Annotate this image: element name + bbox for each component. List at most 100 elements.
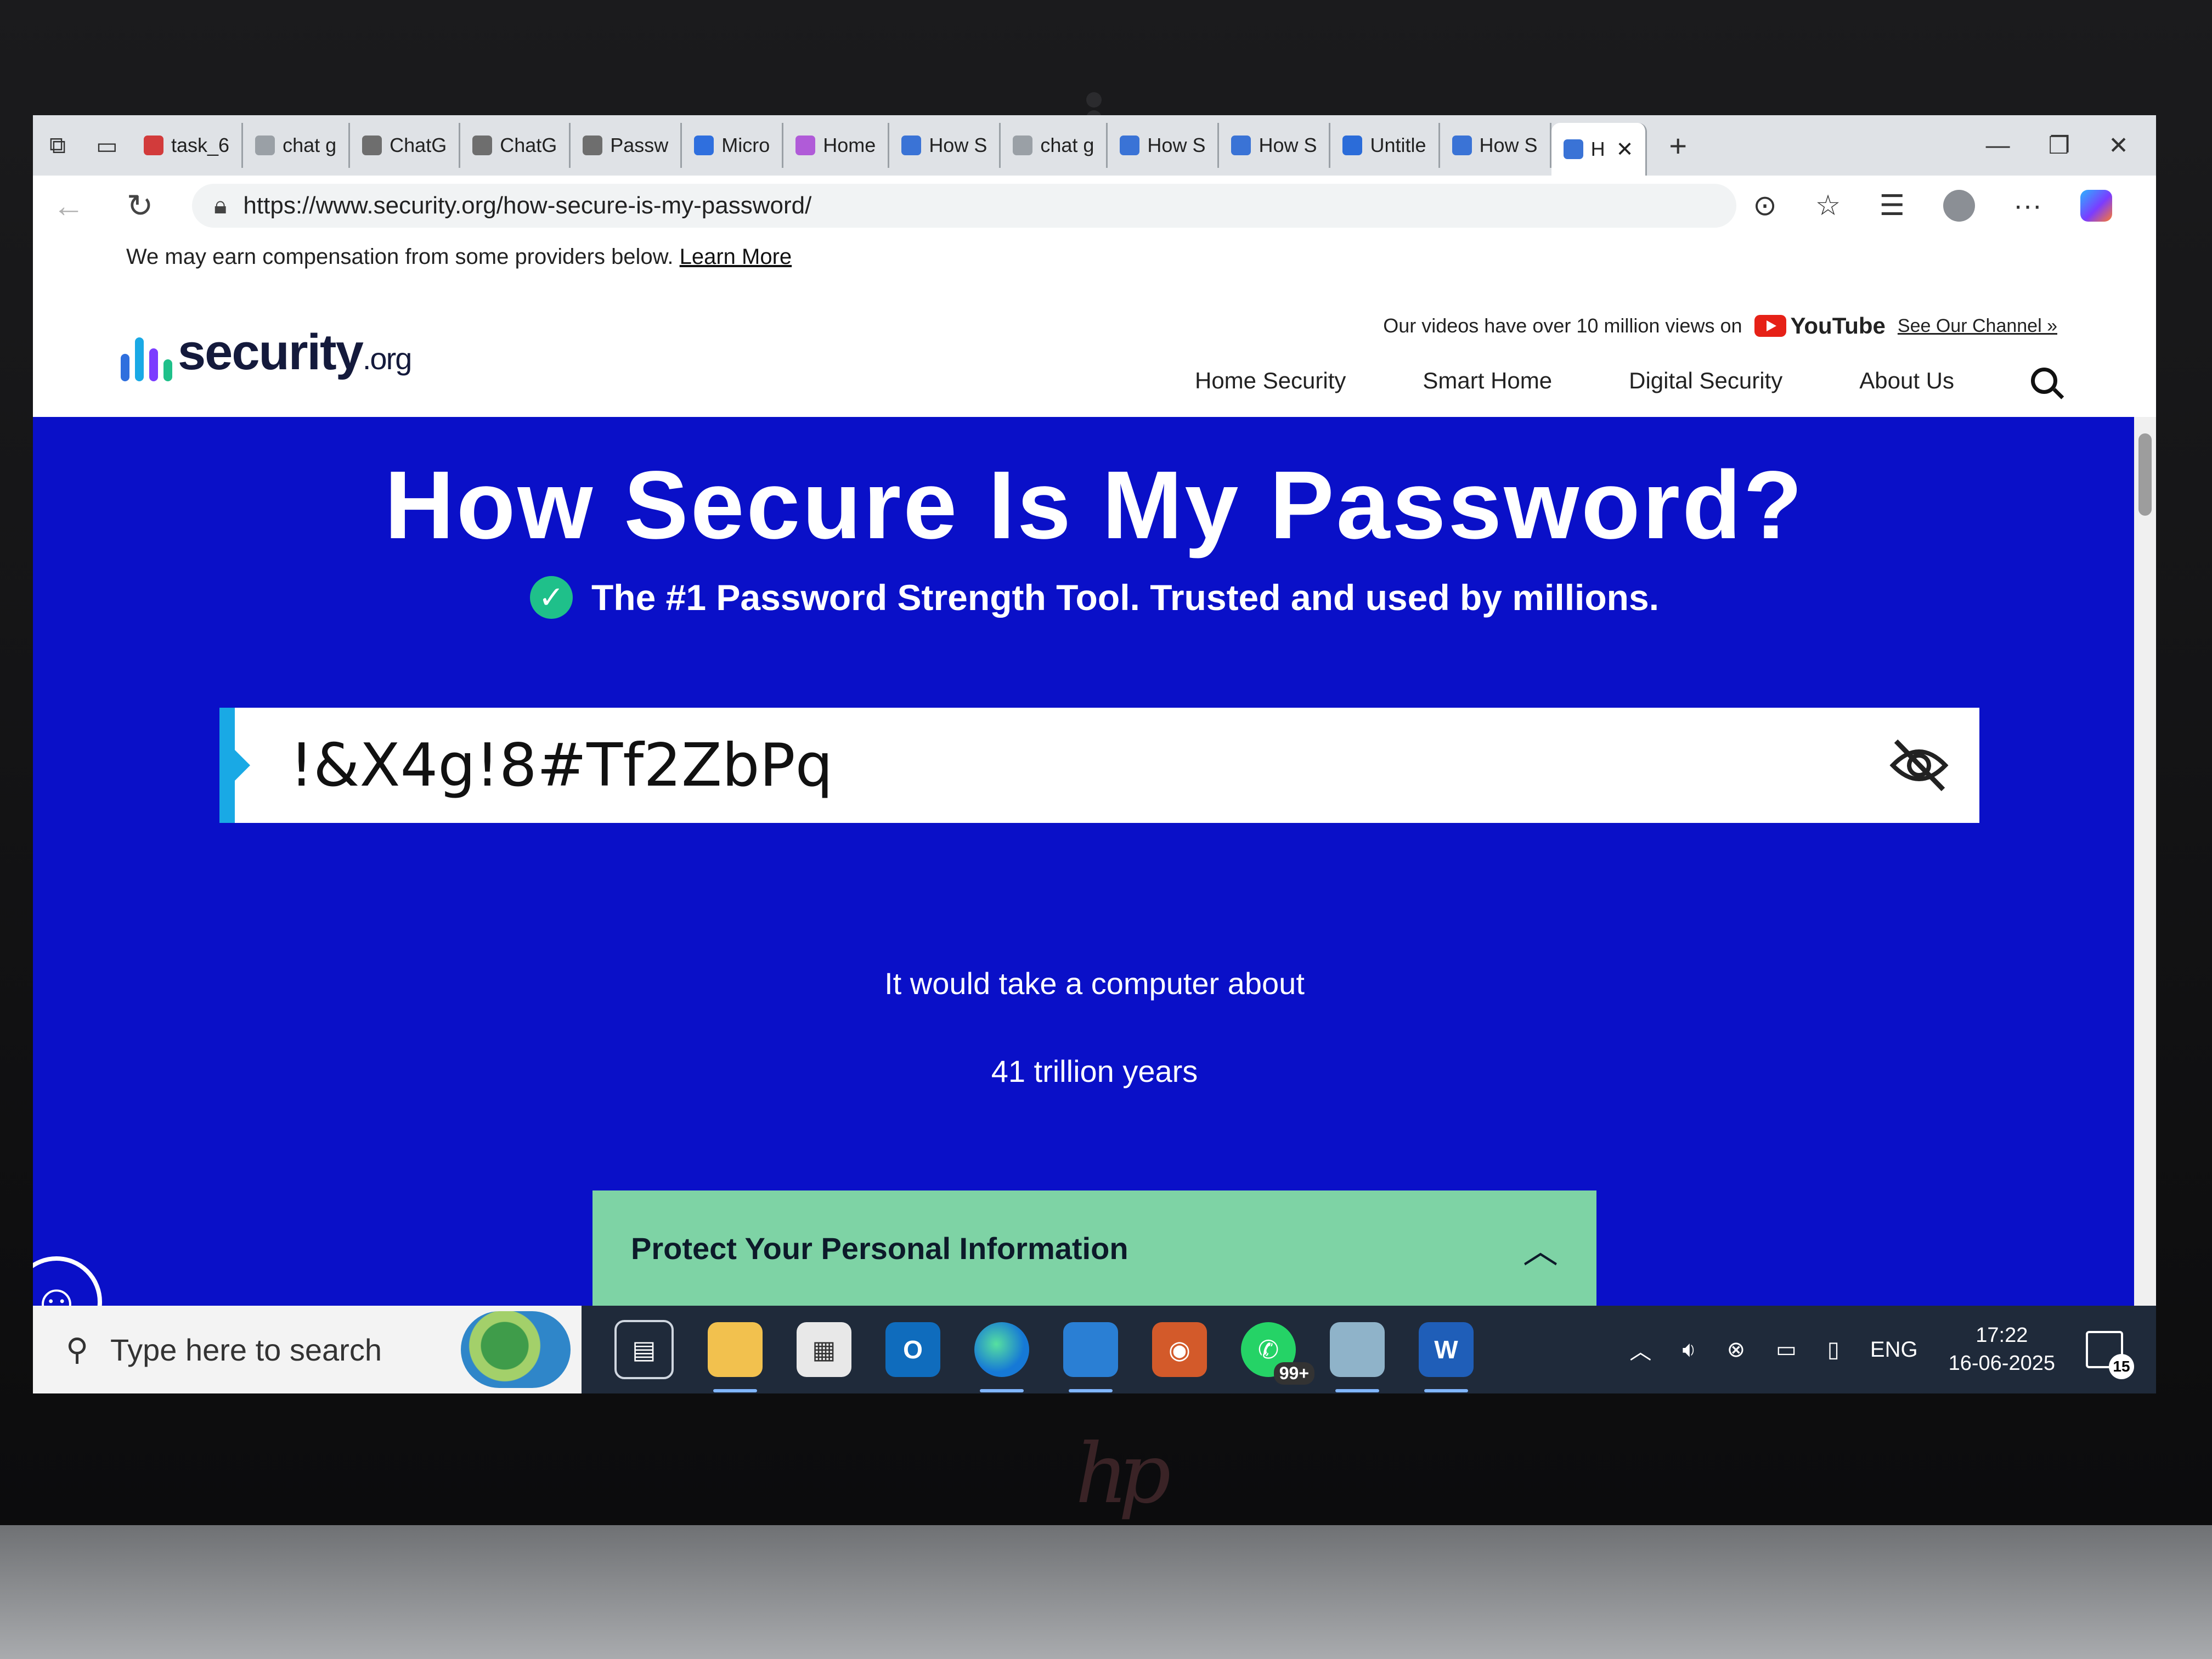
site-header: security.org Our videos have over 10 mil…	[33, 285, 2156, 417]
copilot-icon[interactable]	[2080, 190, 2112, 222]
tab-strip: ⧉ ▭ task_6 chat g ChatG ChatG Passw Micro Home…	[33, 115, 2156, 176]
pinned-apps: ▤ ▦ O ◉ ✆ 99+ W	[614, 1320, 1474, 1392]
whatsapp-icon[interactable]: ✆ 99+	[1241, 1322, 1314, 1385]
page-title: How Secure Is My Password?	[384, 452, 1805, 559]
window-controls: — ❐ ✕	[1986, 132, 2156, 160]
restore-icon[interactable]: ❐	[2049, 132, 2070, 160]
outlook-icon[interactable]: O	[885, 1322, 940, 1377]
nav-smart-home[interactable]: Smart Home	[1423, 368, 1552, 394]
minimize-icon[interactable]: —	[1986, 132, 2010, 160]
security-org-logo[interactable]: security.org	[121, 324, 412, 381]
accessibility-icon[interactable]: ☺	[33, 1256, 102, 1306]
back-button[interactable]: ←	[33, 188, 104, 224]
crack-time-value: 41 trillion years	[991, 1054, 1198, 1088]
search-highlight-turtle-image	[461, 1311, 571, 1388]
browser-tab[interactable]: ChatG	[460, 123, 571, 168]
browser-tab[interactable]: Micro	[682, 123, 784, 168]
speaker-icon[interactable]: 🔉︎	[1682, 1338, 1696, 1362]
nav-digital-security[interactable]: Digital Security	[1629, 368, 1782, 394]
meet-muted-icon[interactable]: ⊗	[1727, 1337, 1746, 1362]
main-nav: Home Security Smart Home Digital Securit…	[1195, 368, 2057, 394]
workspaces-icon[interactable]: ⧉	[33, 115, 82, 176]
browser-tab[interactable]: Untitle	[1330, 123, 1440, 168]
page-scrollbar[interactable]	[2134, 417, 2156, 1306]
app-shark-fin-icon[interactable]	[1063, 1322, 1118, 1392]
browser-tab[interactable]: chat g	[1001, 123, 1108, 168]
browser-tab[interactable]: How S	[1440, 123, 1551, 168]
address-bar[interactable]: 🔒︎ https://www.security.org/how-secure-i…	[192, 184, 1737, 228]
file-explorer-icon[interactable]	[708, 1322, 763, 1392]
browser-tab[interactable]: Passw	[571, 123, 682, 168]
nav-home-security[interactable]: Home Security	[1195, 368, 1346, 394]
edge-icon[interactable]	[974, 1322, 1029, 1392]
tab-active[interactable]: H ✕	[1551, 123, 1647, 176]
refresh-button[interactable]: ↻	[104, 187, 176, 224]
scrollbar-thumb[interactable]	[2138, 433, 2152, 516]
disclaimer-text: We may earn compensation from some provi…	[126, 245, 674, 269]
vertical-tabs-icon[interactable]: ▭	[82, 115, 132, 176]
browser-tab[interactable]: How S	[889, 123, 1001, 168]
see-channel-link[interactable]: See Our Channel »	[1898, 315, 2057, 337]
hero-section: How Secure Is My Password? ✓ The #1 Pass…	[33, 417, 2156, 1306]
tab-label: How S	[1259, 134, 1317, 156]
windows-taskbar: ⚲ Type here to search ▤ ▦ O ◉ ✆99+ W ︿	[33, 1306, 2156, 1393]
protect-info-banner[interactable]: Protect Your Personal Information ︿	[592, 1190, 1596, 1306]
tab-label: chat g	[1040, 134, 1094, 156]
new-tab-button[interactable]: +	[1647, 128, 1709, 163]
tab-label: How S	[1479, 134, 1538, 156]
password-input[interactable]	[235, 710, 1875, 821]
read-aloud-icon[interactable]: ⊙	[1753, 189, 1777, 222]
browser-tab[interactable]: task_6	[132, 123, 244, 168]
browser-tab[interactable]: ChatG	[350, 123, 461, 168]
tab-label: How S	[929, 134, 988, 156]
browser-tab[interactable]: Home	[783, 123, 890, 168]
chrome-profile-icon[interactable]: ◉	[1152, 1322, 1207, 1377]
tab-label: Passw	[610, 134, 669, 156]
tab-favicon-icon	[1231, 136, 1251, 155]
clock-time: 17:22	[1976, 1323, 2028, 1347]
word-icon[interactable]: W	[1419, 1322, 1474, 1392]
chevron-up-icon[interactable]: ︿	[1523, 1223, 1558, 1273]
show-hidden-icons-chevron-icon[interactable]: ︿	[1629, 1334, 1651, 1365]
close-window-icon[interactable]: ✕	[2108, 132, 2129, 160]
microsoft-store-icon[interactable]: ▦	[797, 1322, 851, 1377]
hp-logo: hp	[1075, 1426, 1171, 1522]
close-tab-icon[interactable]: ✕	[1616, 137, 1634, 162]
search-placeholder: Type here to search	[110, 1332, 382, 1367]
browser-tab[interactable]: chat g	[243, 123, 351, 168]
favorite-star-icon[interactable]: ☆	[1815, 189, 1841, 222]
clock-date: 16-06-2025	[1948, 1352, 2055, 1375]
notepad-icon[interactable]	[1330, 1322, 1385, 1392]
more-menu-icon[interactable]: ···	[2013, 189, 2042, 222]
tab-favicon-icon	[472, 136, 493, 155]
verified-check-icon: ✓	[529, 576, 573, 619]
search-icon[interactable]	[2031, 368, 2057, 394]
tab-label: ChatG	[390, 134, 447, 156]
tab-favicon-icon	[255, 136, 275, 155]
notification-center-icon[interactable]: 15	[2086, 1331, 2134, 1379]
site-info-lock-icon[interactable]: 🔒︎	[214, 192, 227, 219]
language-indicator[interactable]: ENG	[1870, 1338, 1918, 1362]
clock[interactable]: 17:22 16-06-2025	[1949, 1322, 2055, 1378]
url-text[interactable]: https://www.security.org/how-secure-is-m…	[243, 192, 811, 219]
taskbar-search-box[interactable]: ⚲ Type here to search	[33, 1306, 582, 1393]
web-page: We may earn compensation from some provi…	[33, 236, 2156, 1306]
browser-tab[interactable]: How S	[1108, 123, 1220, 168]
tagline: ✓ The #1 Password Strength Tool. Trusted…	[33, 576, 2156, 619]
nav-about-us[interactable]: About Us	[1859, 368, 1954, 394]
device-icon[interactable]: ▯	[1827, 1337, 1839, 1362]
password-field-wrapper	[219, 708, 1979, 823]
browser-tab[interactable]: How S	[1219, 123, 1331, 168]
task-view-icon[interactable]: ▤	[614, 1320, 674, 1379]
battery-icon[interactable]: ▭	[1776, 1337, 1797, 1362]
protect-title: Protect Your Personal Information	[631, 1231, 1128, 1266]
favorites-list-icon[interactable]: ☰	[1879, 189, 1905, 222]
search-magnifier-icon: ⚲	[66, 1332, 89, 1367]
tab-label: task_6	[171, 134, 230, 156]
hide-password-eye-slash-icon[interactable]	[1875, 721, 1963, 809]
youtube-logo[interactable]: YouTube	[1754, 313, 1886, 339]
tab-favicon-icon	[1452, 136, 1472, 155]
profile-avatar[interactable]	[1943, 190, 1976, 222]
system-tray: ︿ 🔉︎ ⊗ ▭ ▯ ENG 17:22 16-06-2025 15	[1629, 1322, 2156, 1379]
learn-more-link[interactable]: Learn More	[680, 245, 792, 269]
